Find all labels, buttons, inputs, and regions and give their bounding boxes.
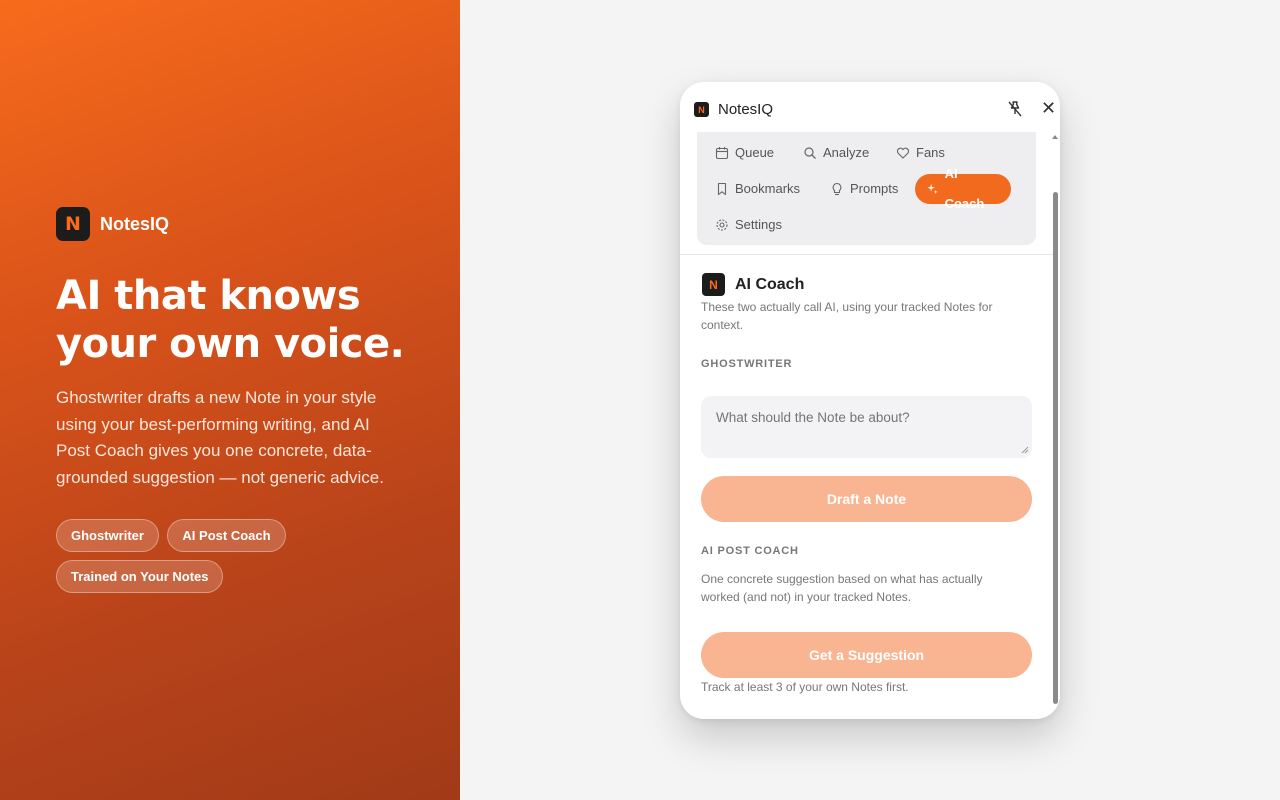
calendar-icon [715,147,729,160]
nav-item-ai-coach[interactable]: AI Coach [915,166,1011,211]
close-icon[interactable]: ✕ [1041,99,1056,117]
brand-logo-letter: N [65,213,81,235]
coach-logo-letter: N [709,277,718,292]
get-suggestion-button[interactable]: Get a Suggestion [701,632,1032,678]
heart-icon [896,147,910,159]
nav-label-fans: Fans [916,145,945,160]
draft-note-button[interactable]: Draft a Note [701,476,1032,522]
post-coach-label: AI POST COACH [701,545,799,557]
popup-content: Queue Analyze Fans Bookmarks Prompts AI … [680,132,1060,719]
nav-item-settings[interactable]: Settings [703,210,794,240]
extension-popup: N NotesIQ ✕ Queue Analyze Fans Bookmarks… [680,82,1060,719]
coach-subtitle: These two actually call AI, using your t… [701,300,993,332]
scroll-up-arrow-icon[interactable] [1052,135,1058,139]
nav-divider [680,254,1053,255]
nav-label-bookmarks: Bookmarks [735,181,801,196]
chip-ai-post-coach: AI Post Coach [167,519,286,552]
track-notes-hint: Track at least 3 of your own Notes first… [701,680,909,694]
lightbulb-icon [832,182,842,196]
nav-item-analyze[interactable]: Analyze [791,138,881,168]
nav-item-prompts[interactable]: Prompts [818,174,910,204]
scrollbar-thumb[interactable] [1053,192,1058,704]
chip-trained-on-notes: Trained on Your Notes [56,560,224,593]
resize-handle-icon[interactable] [1021,446,1029,454]
hero-description: Ghostwriter drafts a new Note in your st… [56,388,384,487]
hero-brand: N NotesIQ [56,207,169,241]
nav-label-queue: Queue [735,145,775,160]
ghostwriter-label: GHOSTWRITER [701,358,793,370]
brand-name: NotesIQ [100,213,170,234]
popup-logo-letter: N [698,104,705,115]
coach-header: N AI Coach [702,273,804,296]
nav-label-settings: Settings [735,217,782,232]
post-coach-description: One concrete suggestion based on what ha… [701,572,983,604]
feature-chips: Ghostwriter AI Post Coach Trained on You… [56,519,396,601]
nav-item-bookmarks[interactable]: Bookmarks [703,174,812,204]
bookmark-icon [717,182,727,196]
brand-logo: N [56,207,90,241]
sparkle-icon [927,184,938,194]
popup-title: NotesIQ [718,101,774,118]
nav-label-prompts: Prompts [850,181,899,196]
nav-label-ai-coach: AI Coach [944,166,985,211]
popup-titlebar: N NotesIQ ✕ [680,82,1060,132]
nav-label-analyze: Analyze [823,145,870,160]
coach-logo: N [702,273,725,296]
hero-panel: N NotesIQ AI that knows your own voice. … [0,0,460,800]
gear-icon [716,219,728,231]
ghostwriter-input[interactable] [701,396,1032,458]
chip-ghostwriter: Ghostwriter [56,519,159,552]
coach-title: AI Coach [735,275,805,293]
nav-item-queue[interactable]: Queue [703,138,786,168]
pin-off-icon[interactable] [1006,100,1024,118]
popup-nav: Queue Analyze Fans Bookmarks Prompts AI … [697,132,1036,245]
popup-logo: N [694,102,709,117]
search-icon [804,147,816,159]
hero-headline: AI that knows your own voice. [56,273,405,367]
